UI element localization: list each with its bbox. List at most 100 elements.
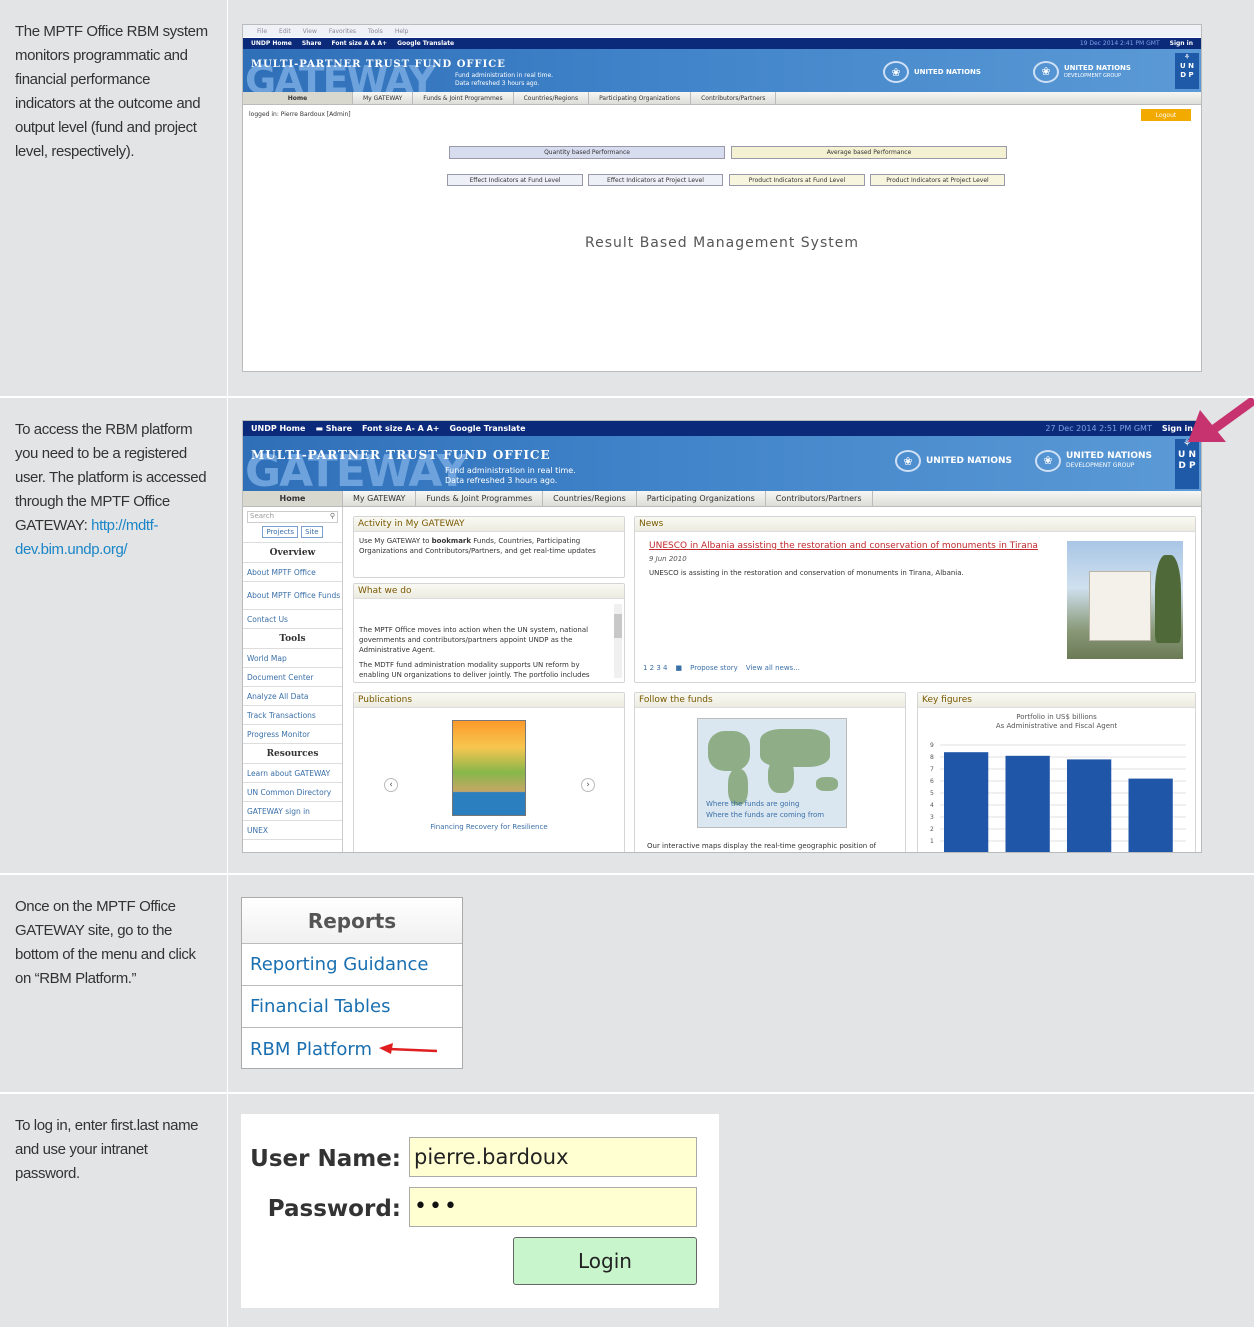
key-figures-panel: Key figures Portfolio in US$ billions As …: [917, 692, 1196, 852]
news-page-links[interactable]: 1 2 3 4: [643, 664, 668, 672]
row-4-text: To log in, enter first.last name and use…: [15, 1117, 199, 1182]
row-rbm-overview: The MPTF Office RBM system monitors prog…: [0, 0, 1254, 396]
nav-home[interactable]: Home: [243, 92, 353, 104]
menu-file[interactable]: File: [257, 28, 267, 35]
chart-bar: [1067, 759, 1112, 852]
search-input[interactable]: Search ⚲: [247, 511, 338, 523]
menu-help[interactable]: Help: [395, 28, 409, 35]
sidebar-resources-header: Resources: [243, 744, 342, 764]
product-project-button[interactable]: Product Indicators at Project Level: [870, 174, 1005, 186]
view-all-news-link[interactable]: View all news...: [746, 664, 800, 672]
nav-my-gateway[interactable]: My GATEWAY: [353, 92, 414, 104]
sign-in-link[interactable]: Sign in: [1170, 40, 1193, 47]
nav-countries[interactable]: Countries/Regions: [514, 92, 590, 104]
propose-story-link[interactable]: Propose story: [690, 664, 738, 672]
google-translate-link[interactable]: Google Translate: [397, 40, 454, 47]
nav-contributors[interactable]: Contributors/Partners: [691, 92, 777, 104]
sidebar-item-analyze[interactable]: Analyze All Data: [243, 687, 342, 706]
google-translate-link-2[interactable]: Google Translate: [450, 424, 526, 433]
sidebar-item-unex[interactable]: UNEX: [243, 821, 342, 840]
share-link-2[interactable]: ▬ Share: [315, 424, 352, 433]
pointer-arrow-icon: [1188, 398, 1254, 442]
prev-publication-icon[interactable]: ‹: [384, 778, 398, 792]
undp-logo: ⚘ U ND P: [1175, 53, 1199, 89]
main-nav-2: Home My GATEWAY Funds & Joint Programmes…: [243, 491, 1201, 507]
sidebar-item-track[interactable]: Track Transactions: [243, 706, 342, 725]
menu-edit[interactable]: Edit: [279, 28, 291, 35]
password-input[interactable]: •••: [409, 1187, 697, 1227]
row-login: To log in, enter first.last name and use…: [0, 1094, 1254, 1327]
user-name-input[interactable]: pierre.bardoux: [409, 1137, 697, 1177]
sidebar-item-about[interactable]: About MPTF Office: [243, 563, 342, 582]
news-headline-link[interactable]: UNESCO in Albania assisting the restorat…: [649, 541, 1059, 551]
product-fund-button[interactable]: Product Indicators at Fund Level: [729, 174, 865, 186]
undg-emblem-icon: ❀: [1033, 61, 1059, 83]
world-map[interactable]: Where the funds are going Where the funds…: [697, 718, 847, 828]
quantity-performance-button[interactable]: Quantity based Performance: [449, 146, 725, 159]
nav-my-gateway-2[interactable]: My GATEWAY: [343, 491, 417, 506]
font-size-link-2[interactable]: Font size A- A A+: [362, 424, 439, 433]
rbm-platform-item[interactable]: RBM Platform: [242, 1028, 462, 1070]
chart-ytick-label: 3: [930, 814, 934, 821]
what-we-do-panel: What we do The MPTF Office moves into ac…: [353, 583, 625, 683]
funds-coming-link[interactable]: Where the funds are coming from: [706, 810, 824, 821]
what-we-do-scrollbar[interactable]: [614, 604, 622, 678]
nav-funds-2[interactable]: Funds & Joint Programmes: [416, 491, 544, 506]
gateway-banner-2: GATEWAY MULTI-PARTNER TRUST FUND OFFICE …: [243, 436, 1201, 491]
un-emblem-icon: ❀: [883, 61, 909, 83]
sidebar-item-sign-in[interactable]: GATEWAY sign in: [243, 802, 342, 821]
search-area: Search ⚲ Projects Site: [243, 507, 342, 543]
menu-tools[interactable]: Tools: [368, 28, 383, 35]
login-button[interactable]: Login: [513, 1237, 697, 1285]
nav-contributors-2[interactable]: Contributors/Partners: [766, 491, 873, 506]
nav-organizations[interactable]: Participating Organizations: [589, 92, 692, 104]
share-link[interactable]: Share: [302, 40, 322, 47]
chart-ytick-label: 2: [930, 826, 934, 833]
logged-in-text: logged in: Pierre Bardoux [Admin]: [249, 111, 351, 118]
reporting-guidance-link[interactable]: Reporting Guidance: [242, 944, 462, 986]
sidebar-item-world-map[interactable]: World Map: [243, 649, 342, 668]
follow-funds-body: Our interactive maps display the real-ti…: [647, 842, 877, 850]
effect-fund-button[interactable]: Effect Indicators at Fund Level: [447, 174, 583, 186]
fund-admin-text-2: Fund administration in real time. Data re…: [445, 466, 576, 485]
menu-view[interactable]: View: [303, 28, 317, 35]
chart-bar: [944, 752, 989, 852]
chart-ytick-label: 7: [930, 766, 934, 773]
logout-button[interactable]: Logout: [1141, 109, 1191, 121]
sidebar-item-document-center[interactable]: Document Center: [243, 668, 342, 687]
menu-favorites[interactable]: Favorites: [329, 28, 356, 35]
undp-home-link[interactable]: UNDP Home: [251, 40, 292, 47]
next-publication-icon[interactable]: ›: [581, 778, 595, 792]
sidebar-item-contact[interactable]: Contact Us: [243, 610, 342, 629]
site-toggle[interactable]: Site: [301, 526, 323, 538]
sidebar-item-about-funds[interactable]: About MPTF Office Funds: [243, 582, 342, 610]
average-performance-button[interactable]: Average based Performance: [731, 146, 1007, 159]
publication-caption[interactable]: Financing Recovery for Resilience: [354, 823, 624, 831]
sidebar-item-directory[interactable]: UN Common Directory: [243, 783, 342, 802]
activity-title: Activity in My GATEWAY: [354, 517, 624, 532]
nav-countries-2[interactable]: Countries/Regions: [543, 491, 637, 506]
news-photo: [1067, 541, 1183, 659]
undp-logo-2: ⚘ U ND P: [1175, 439, 1199, 489]
reports-menu-header: Reports: [242, 898, 462, 944]
news-title: News: [635, 517, 1195, 532]
sidebar-item-learn[interactable]: Learn about GATEWAY: [243, 764, 342, 783]
news-pager-icon: ■: [675, 664, 683, 672]
nav-home-2[interactable]: Home: [243, 491, 343, 506]
effect-project-button[interactable]: Effect Indicators at Project Level: [588, 174, 723, 186]
rbm-platform-link[interactable]: RBM Platform: [250, 1039, 372, 1060]
search-icon[interactable]: ⚲: [330, 512, 335, 520]
funds-going-link[interactable]: Where the funds are going: [706, 799, 824, 810]
utility-bar: UNDP Home Share Font size A A A+ Google …: [243, 38, 1201, 49]
nav-organizations-2[interactable]: Participating Organizations: [637, 491, 766, 506]
news-pager: 1 2 3 4 ■ Propose story View all news...: [643, 664, 800, 672]
font-size-link[interactable]: Font size A A A+: [332, 40, 388, 47]
financial-tables-link[interactable]: Financial Tables: [242, 986, 462, 1028]
utility-bar-2: UNDP Home ▬ Share Font size A- A A+ Goog…: [243, 421, 1201, 436]
sidebar-item-progress[interactable]: Progress Monitor: [243, 725, 342, 744]
projects-toggle[interactable]: Projects: [262, 526, 299, 538]
undp-home-link-2[interactable]: UNDP Home: [251, 424, 305, 433]
publication-cover[interactable]: [452, 720, 526, 816]
nav-funds[interactable]: Funds & Joint Programmes: [413, 92, 514, 104]
row-3-description: Once on the MPTF Office GATEWAY site, go…: [0, 875, 228, 1092]
